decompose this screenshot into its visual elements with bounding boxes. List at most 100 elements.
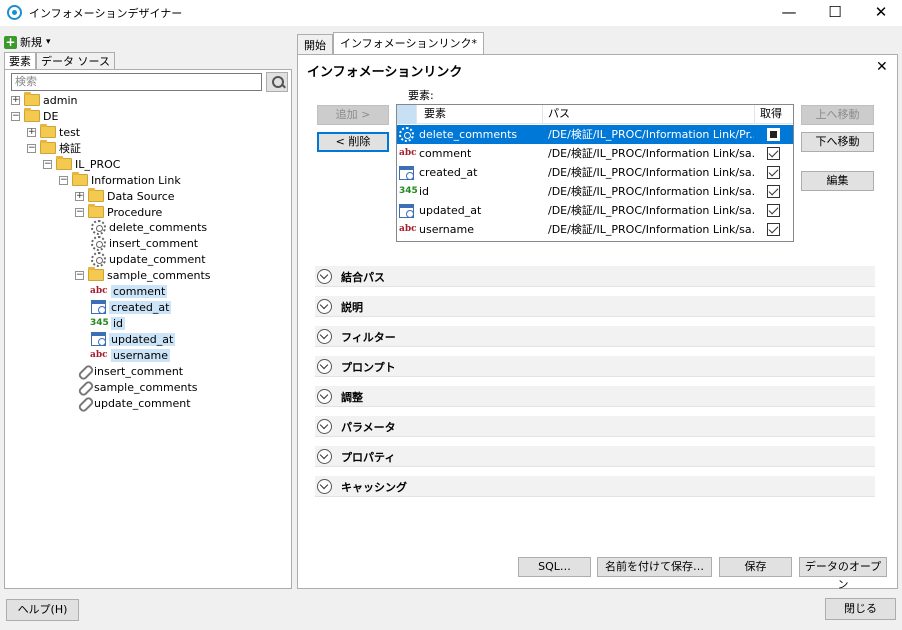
save-as-button[interactable]: 名前を付けて保存…: [597, 557, 712, 577]
collapse-icon[interactable]: −: [43, 159, 52, 169]
checkbox-checked-icon[interactable]: [767, 223, 780, 236]
help-button[interactable]: ヘルプ(H): [6, 599, 79, 621]
expand-icon[interactable]: +: [11, 95, 20, 105]
add-button[interactable]: 追加 >: [317, 105, 389, 125]
tree-item[interactable]: − DE: [11, 108, 58, 124]
tree-item[interactable]: update_comment: [91, 251, 206, 267]
minimize-button[interactable]: —: [766, 0, 812, 26]
window-close-button[interactable]: ✕: [858, 0, 902, 26]
expand-icon[interactable]: +: [75, 191, 84, 201]
chevron-down-icon[interactable]: [317, 389, 332, 404]
tab-information-link[interactable]: インフォメーションリンク*: [333, 32, 484, 56]
checkbox-indeterminate-icon[interactable]: [767, 128, 780, 141]
tree-item[interactable]: − IL_PROC: [43, 156, 121, 172]
section-caching[interactable]: キャッシング: [315, 476, 875, 497]
chevron-down-icon[interactable]: [317, 299, 332, 314]
checkbox-checked-icon[interactable]: [767, 204, 780, 217]
move-down-button[interactable]: 下へ移動: [801, 132, 874, 152]
checkbox-checked-icon[interactable]: [767, 185, 780, 198]
chevron-down-icon[interactable]: [317, 359, 332, 374]
new-button[interactable]: + 新規 ▾: [4, 34, 51, 50]
collapse-icon[interactable]: −: [59, 175, 68, 185]
save-button[interactable]: 保存: [719, 557, 792, 577]
document-tabs: 開始 インフォメーションリンク*: [297, 32, 484, 56]
collapse-icon[interactable]: −: [27, 143, 36, 153]
tree-item[interactable]: + admin: [11, 92, 77, 108]
tree-item[interactable]: + test: [27, 124, 80, 140]
tree-item[interactable]: + Data Source: [75, 188, 175, 204]
tree-item-label: comment: [111, 284, 168, 298]
tab-start[interactable]: 開始: [297, 34, 333, 56]
row-checkbox[interactable]: [767, 125, 781, 144]
section-filter[interactable]: フィルター: [315, 326, 875, 347]
table-row[interactable]: abc username /DE/検証/IL_PROC/Information …: [397, 220, 793, 239]
tree-item[interactable]: delete_comments: [91, 219, 207, 235]
section-join-path[interactable]: 結合パス: [315, 266, 875, 287]
column-header-retrieve[interactable]: 取得: [755, 105, 793, 124]
tree-item[interactable]: created_at: [91, 299, 172, 315]
tree-item[interactable]: − Information Link: [59, 172, 181, 188]
search-icon[interactable]: [266, 72, 288, 92]
expand-icon[interactable]: +: [27, 127, 36, 137]
element-tree-panel: 検索 + admin − DE + test − 検証 − IL_PROC − …: [4, 69, 292, 589]
sql-button[interactable]: SQL…: [518, 557, 591, 577]
chevron-down-icon[interactable]: [317, 449, 332, 464]
collapse-icon[interactable]: −: [75, 207, 84, 217]
close-button[interactable]: 閉じる: [825, 598, 896, 620]
table-row[interactable]: 345 id /DE/検証/IL_PROC/Information Link/s…: [397, 182, 793, 201]
tree-item-label: id: [111, 316, 126, 330]
tree-item[interactable]: insert_comment: [76, 363, 183, 379]
tab-elements[interactable]: 要素: [4, 52, 36, 70]
checkbox-checked-icon[interactable]: [767, 166, 780, 179]
collapse-icon[interactable]: −: [11, 111, 20, 121]
row-checkbox[interactable]: [767, 220, 781, 239]
chevron-down-icon[interactable]: [317, 419, 332, 434]
section-prompt[interactable]: プロンプト: [315, 356, 875, 377]
tree-item[interactable]: 345 id: [90, 315, 126, 331]
column-header-path[interactable]: パス: [543, 105, 755, 124]
tree-item[interactable]: abc comment: [90, 283, 168, 299]
row-checkbox[interactable]: [767, 182, 781, 201]
section-properties[interactable]: プロパティ: [315, 446, 875, 467]
folder-icon: [88, 267, 104, 281]
search-input[interactable]: 検索: [11, 73, 262, 91]
tree-item[interactable]: sample_comments: [76, 379, 198, 395]
link-icon: [76, 364, 91, 379]
row-name: comment: [419, 147, 472, 160]
section-adjust[interactable]: 調整: [315, 386, 875, 407]
checkbox-checked-icon[interactable]: [767, 147, 780, 160]
tree-item[interactable]: insert_comment: [91, 235, 198, 251]
chevron-down-icon[interactable]: [317, 329, 332, 344]
collapse-icon[interactable]: −: [75, 270, 84, 280]
remove-button[interactable]: < 削除: [317, 132, 389, 152]
move-up-button[interactable]: 上へ移動: [801, 105, 874, 125]
row-checkbox[interactable]: [767, 144, 781, 163]
tree-item[interactable]: update_comment: [76, 395, 191, 411]
panel-close-icon[interactable]: ✕: [876, 59, 888, 75]
row-name: delete_comments: [419, 128, 518, 141]
table-row[interactable]: updated_at /DE/検証/IL_PROC/Information Li…: [397, 201, 793, 220]
row-name: updated_at: [419, 204, 482, 217]
section-parameters[interactable]: パラメータ: [315, 416, 875, 437]
tab-data-source[interactable]: データ ソース: [36, 52, 115, 70]
table-row[interactable]: abc comment /DE/検証/IL_PROC/Information L…: [397, 144, 793, 163]
row-checkbox[interactable]: [767, 163, 781, 182]
section-label: 結合パス: [341, 271, 385, 284]
table-row[interactable]: delete_comments /DE/検証/IL_PROC/Informati…: [397, 125, 793, 144]
folder-icon: [40, 124, 56, 138]
chevron-down-icon[interactable]: [317, 269, 332, 284]
row-checkbox[interactable]: [767, 201, 781, 220]
tree-item[interactable]: − 検証: [27, 140, 81, 156]
section-description[interactable]: 説明: [315, 296, 875, 317]
maximize-button[interactable]: ☐: [812, 0, 858, 26]
tree-item[interactable]: abc username: [90, 347, 170, 363]
chevron-down-icon[interactable]: [317, 479, 332, 494]
tree-item[interactable]: − sample_comments: [75, 267, 211, 283]
open-data-button[interactable]: データのオープン: [799, 557, 887, 591]
tree-item[interactable]: updated_at: [91, 331, 176, 347]
edit-button[interactable]: 編集: [801, 171, 874, 191]
table-row[interactable]: created_at /DE/検証/IL_PROC/Information Li…: [397, 163, 793, 182]
column-header-element[interactable]: 要素: [417, 105, 543, 124]
tree-item[interactable]: − Procedure: [75, 204, 162, 220]
dropdown-arrow-icon: ▾: [46, 37, 51, 47]
